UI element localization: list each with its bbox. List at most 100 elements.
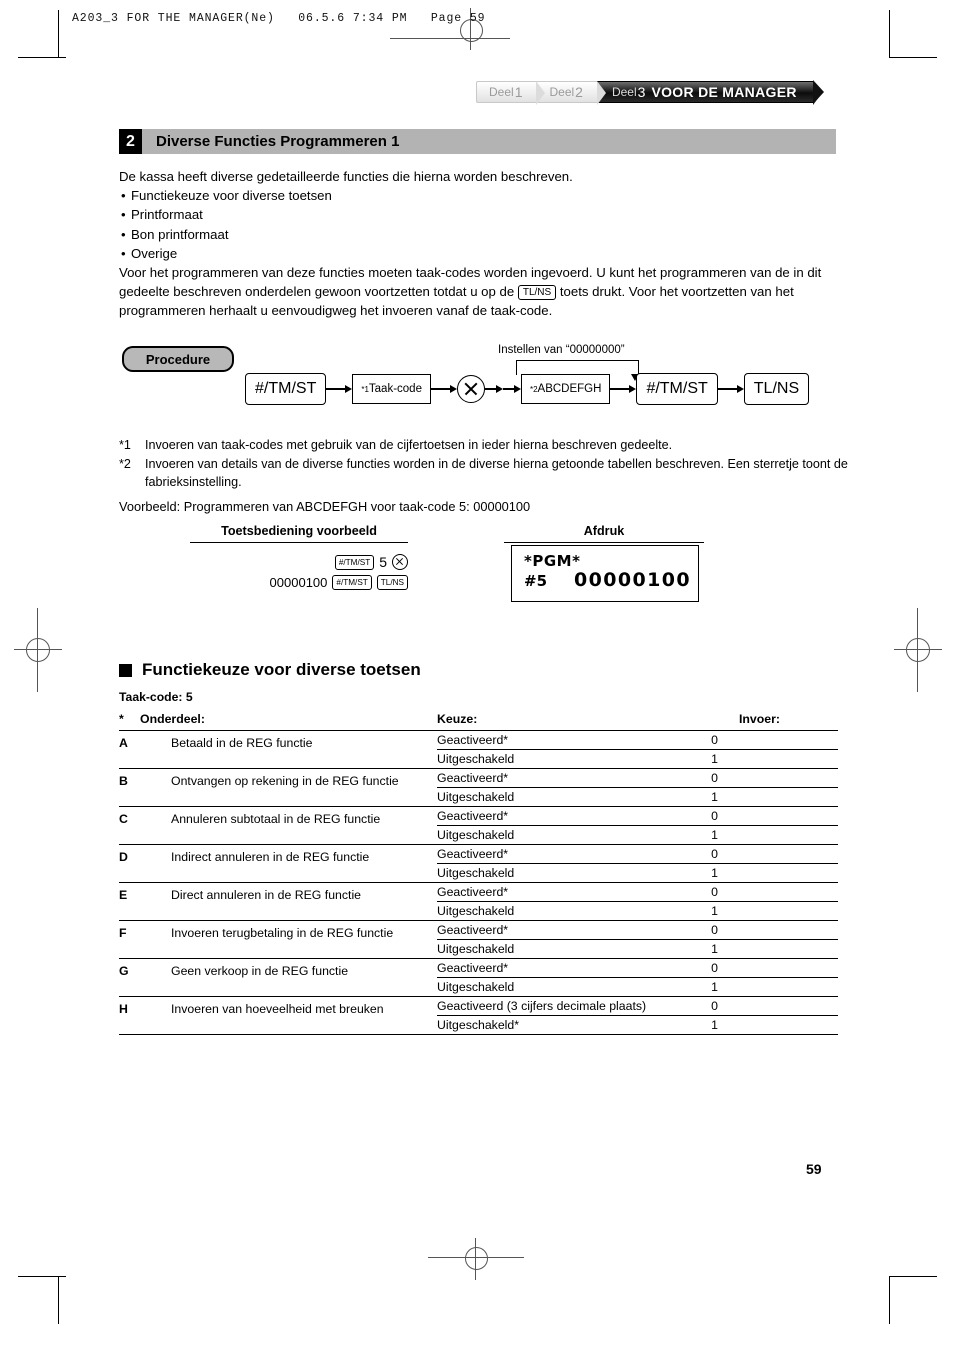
row-option: Uitgeschakeld 1: [437, 788, 838, 807]
row-choice: Uitgeschakeld: [437, 752, 515, 766]
row-letter: D: [119, 850, 128, 864]
row-option: Uitgeschakeld* 1: [437, 1016, 838, 1035]
flow-step-tmst-1: #/TM/ST: [245, 373, 327, 405]
square-bullet-icon: [119, 663, 132, 677]
row-choice: Uitgeschakeld*: [437, 1018, 520, 1032]
page-number: 59: [806, 1161, 822, 1177]
row-option: Geactiveerd* 0: [437, 769, 838, 788]
crop-mark-top-left-h: [18, 57, 66, 58]
key-number-5: 5: [379, 554, 387, 570]
tab-deel-3-label: Deel: [611, 85, 637, 99]
receipt-line-2-value: 00000100: [574, 569, 691, 591]
list-item: Functiekeuze voor diverse toetsen: [119, 186, 839, 205]
header-title: VOOR DE MANAGER: [651, 84, 797, 100]
tab-deel-2[interactable]: Deel 2: [536, 81, 607, 105]
flow-arrow-icon: [717, 384, 744, 394]
registration-mark-left: [8, 608, 68, 692]
crop-mark-bottom-right-h: [889, 1276, 937, 1277]
row-option: Geactiveerd* 0: [437, 921, 838, 940]
crop-mark-top-right-v: [889, 10, 890, 58]
row-choice: Geactiveerd*: [437, 733, 509, 747]
list-item: Overige: [119, 244, 839, 263]
column-header-choice: Keuze:: [437, 712, 478, 726]
row-option: Uitgeschakeld 1: [437, 826, 838, 845]
footnote-2: *2 Invoeren van details van de diverse f…: [119, 455, 849, 492]
crop-mark-top-left-v: [58, 10, 59, 58]
row-entry: 0: [711, 923, 718, 937]
row-entry: 1: [711, 828, 718, 842]
flow-step-tlns: TL/NS: [743, 373, 810, 405]
row-choice: Geactiveerd*: [437, 961, 509, 975]
row-item: Geen verkoop in de REG functie: [171, 964, 349, 978]
flow-arrow-icon: [326, 384, 353, 394]
tab-deel-1[interactable]: Deel 1: [476, 81, 547, 105]
row-item: Annuleren subtotaal in de REG functie: [171, 812, 381, 826]
table-row: H Invoeren van hoeveelheid met breuken G…: [119, 997, 838, 1035]
function-table: * Onderdeel: Keuze: Invoer: A Betaald in…: [119, 712, 838, 1035]
row-item: Betaald in de REG functie: [171, 736, 313, 750]
table-row: E Direct annuleren in de REG functie Gea…: [119, 883, 838, 921]
row-letter: A: [119, 736, 128, 750]
procedure-loop-label: Instellen van “00000000”: [498, 344, 625, 356]
example-left-heading: Toetsbediening voorbeeld: [190, 524, 408, 543]
row-option: Uitgeschakeld 1: [437, 978, 838, 997]
row-choice: Geactiveerd*: [437, 885, 509, 899]
registration-mark-bottom: [428, 1238, 524, 1280]
row-option: Uitgeschakeld 1: [437, 864, 838, 883]
key-tmst-1: #/TM/ST: [334, 554, 375, 570]
row-option: Geactiveerd* 0: [437, 959, 838, 978]
row-item: Invoeren van hoeveelheid met breuken: [171, 1002, 384, 1016]
row-option: Uitgeschakeld 1: [437, 940, 838, 959]
row-option: Geactiveerd (3 cijfers decimale plaats) …: [437, 997, 838, 1016]
row-option: Uitgeschakeld 1: [437, 750, 838, 769]
feature-list: Functiekeuze voor diverse toetsen Printf…: [119, 186, 839, 263]
crop-mark-bottom-left-v: [58, 1276, 59, 1324]
flow-arrow-icon: [610, 384, 637, 394]
flow-step-taakcode-label: Taak-code: [368, 383, 422, 395]
row-letter: E: [119, 888, 128, 902]
section-banner: 2 Diverse Functies Programmeren 1: [119, 129, 836, 154]
tab-deel-3-number: 3: [637, 84, 646, 100]
footnote-2-mark: *2: [119, 456, 131, 471]
procedure-flow: #/TM/ST *1 Taak-code *2 ABCDEFGH #/TM/ST T…: [245, 373, 810, 405]
flow-arrow-icon: [484, 384, 503, 394]
crop-mark-top-right-h: [889, 57, 937, 58]
row-letter: C: [119, 812, 128, 826]
footnote-1: *1 Invoeren van taak-codes met gebruik v…: [119, 436, 849, 455]
row-letter: H: [119, 1002, 128, 1016]
row-choice: Geactiveerd*: [437, 847, 509, 861]
document-page: A203_3 FOR THE MANAGER(Ne) 06.5.6 7:34 P…: [0, 0, 954, 1351]
crop-mark-bottom-left-h: [18, 1276, 66, 1277]
row-entry: 1: [711, 790, 718, 804]
receipt-line-2-label: #5: [524, 572, 548, 590]
list-item: Bon printformaat: [119, 225, 839, 244]
receipt-line-1: *PGM*: [524, 552, 581, 570]
row-entry: 0: [711, 771, 718, 785]
table-header-row: * Onderdeel: Keuze: Invoer:: [119, 712, 838, 731]
key-operation-example: #/TM/ST 5 00000100 #/TM/ST TL/NS: [190, 552, 408, 592]
section-title: Diverse Functies Programmeren 1: [142, 129, 836, 154]
row-letter: B: [119, 774, 128, 788]
taak-code-label: Taak-code:: [119, 690, 183, 704]
flow-step-tmst-2: #/TM/ST: [636, 373, 718, 405]
column-header-star: *: [119, 712, 124, 726]
row-entry: 1: [711, 752, 718, 766]
key-tmst-2: #/TM/ST: [332, 574, 372, 590]
tab-deel-2-label: Deel: [549, 85, 575, 99]
intro-paragraph: Voor het programmeren van deze functies …: [119, 263, 839, 321]
row-option: Geactiveerd* 0: [437, 883, 838, 902]
row-entry: 1: [711, 942, 718, 956]
key-operation-row-2: 00000100 #/TM/ST TL/NS: [190, 572, 408, 592]
row-choice: Geactiveerd*: [437, 809, 509, 823]
crop-mark-bottom-right-v: [889, 1276, 890, 1324]
row-letter: G: [119, 964, 129, 978]
table-row: B Ontvangen op rekening in de REG functi…: [119, 769, 838, 807]
tab-deel-2-number: 2: [575, 84, 583, 100]
row-letter: F: [119, 926, 127, 940]
table-row: G Geen verkoop in de REG functie Geactiv…: [119, 959, 838, 997]
flow-step-taakcode-sup: *1: [361, 384, 369, 394]
key-tlns-inline: TL/NS: [517, 285, 557, 301]
tab-deel-3[interactable]: Deel 3 VOOR DE MANAGER: [596, 81, 822, 105]
row-option: Uitgeschakeld 1: [437, 902, 838, 921]
row-entry: 0: [711, 885, 718, 899]
